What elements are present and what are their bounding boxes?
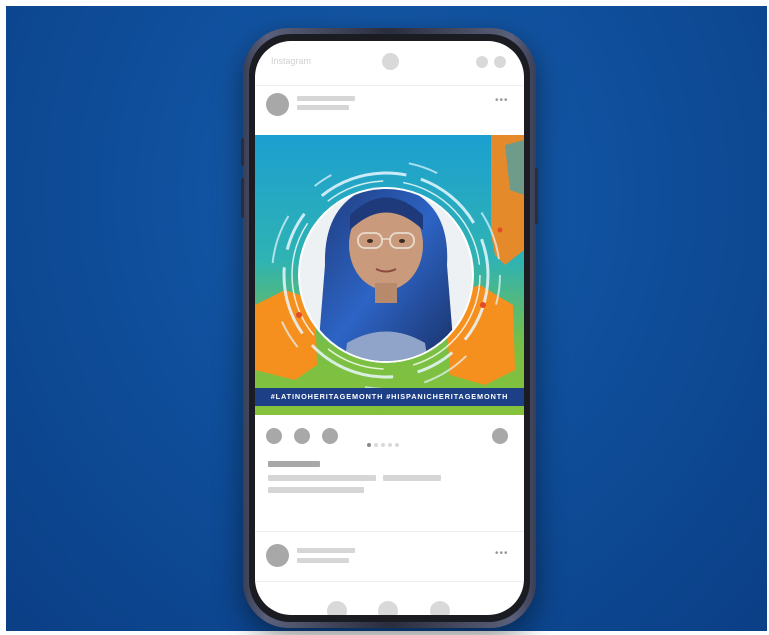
app-top-bar: Instagram bbox=[255, 41, 524, 86]
app-title: Instagram bbox=[271, 56, 312, 66]
caption-line-placeholder bbox=[268, 487, 364, 493]
carousel-dot bbox=[381, 443, 385, 447]
avatar[interactable] bbox=[266, 544, 289, 567]
phone-side-button bbox=[535, 168, 538, 224]
carousel-dot bbox=[388, 443, 392, 447]
caption-line-placeholder bbox=[383, 475, 441, 481]
phone-mockup: Instagram ••• #LATINOHERITAGEMONTH #HISP… bbox=[241, 28, 538, 628]
carousel-dot bbox=[374, 443, 378, 447]
activity-icon[interactable] bbox=[476, 56, 488, 68]
nav-divider bbox=[255, 581, 524, 582]
avatar[interactable] bbox=[266, 93, 289, 116]
like-icon[interactable] bbox=[266, 428, 282, 444]
phone-screen: Instagram ••• #LATINOHERITAGEMONTH #HISP… bbox=[255, 41, 524, 615]
carousel-dot bbox=[395, 443, 399, 447]
save-icon[interactable] bbox=[492, 428, 508, 444]
caption-line-placeholder bbox=[268, 475, 376, 481]
post-image-graphic bbox=[255, 135, 524, 415]
more-horizontal-icon[interactable]: ••• bbox=[495, 549, 509, 559]
more-horizontal-icon[interactable]: ••• bbox=[495, 96, 509, 106]
messages-icon[interactable] bbox=[494, 56, 506, 68]
hashtag-banner: #LATINOHERITAGEMONTH #HISPANICHERITAGEMO… bbox=[255, 388, 524, 406]
profile-icon[interactable] bbox=[430, 601, 450, 615]
likes-placeholder bbox=[268, 461, 320, 467]
background: Instagram ••• #LATINOHERITAGEMONTH #HISP… bbox=[6, 6, 767, 631]
username-placeholder[interactable] bbox=[297, 548, 355, 553]
location-placeholder bbox=[297, 105, 349, 110]
username-placeholder[interactable] bbox=[297, 96, 355, 101]
camera-icon[interactable] bbox=[382, 53, 399, 70]
carousel-dot bbox=[367, 443, 371, 447]
home-icon[interactable] bbox=[327, 601, 347, 615]
carousel-indicator bbox=[367, 434, 402, 452]
phone-side-button bbox=[241, 138, 244, 166]
share-icon[interactable] bbox=[322, 428, 338, 444]
comment-icon[interactable] bbox=[294, 428, 310, 444]
location-placeholder bbox=[297, 558, 349, 563]
phone-side-button bbox=[241, 178, 244, 218]
search-icon[interactable] bbox=[378, 601, 398, 615]
post-image[interactable]: #LATINOHERITAGEMONTH #HISPANICHERITAGEMO… bbox=[255, 135, 524, 415]
post-divider bbox=[255, 531, 524, 532]
